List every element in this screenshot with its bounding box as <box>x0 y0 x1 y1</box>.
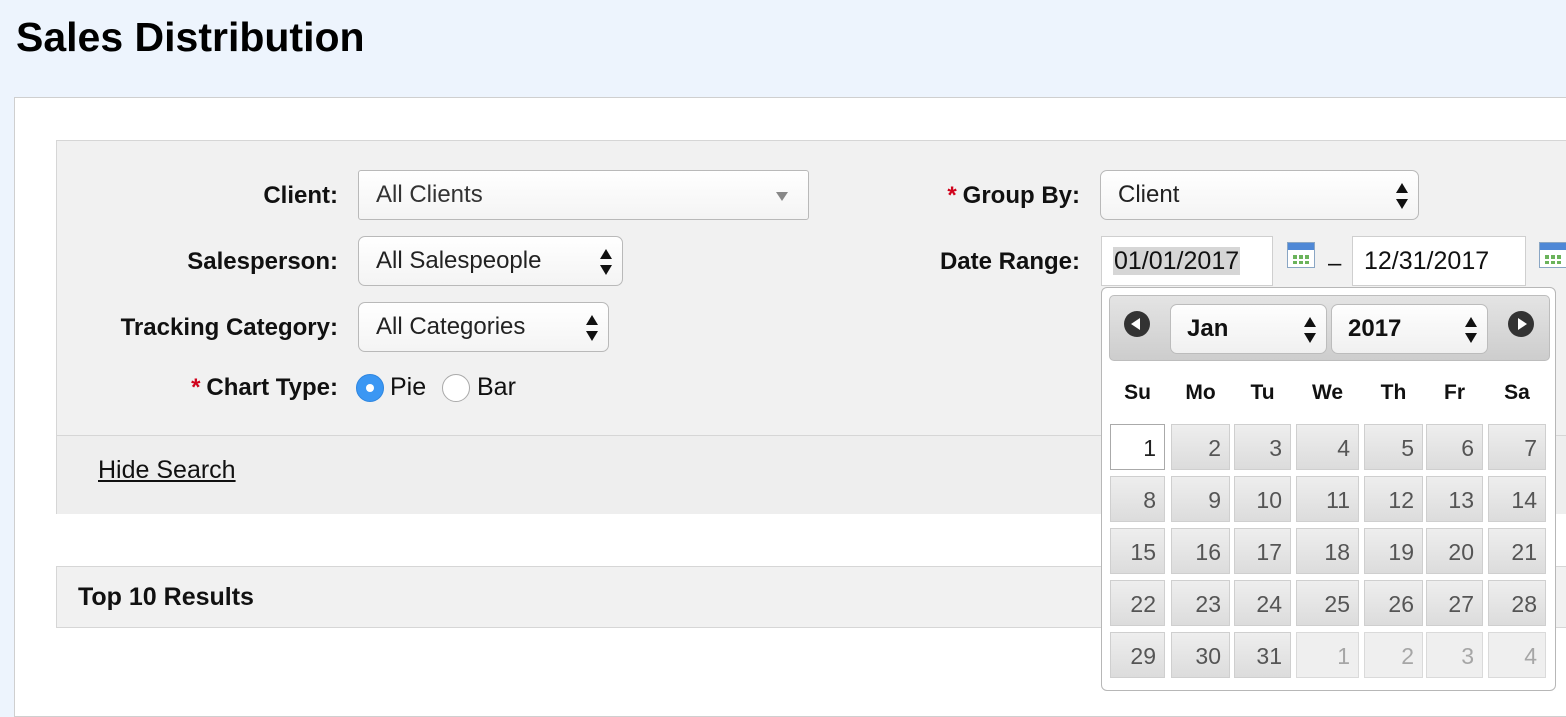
month-select-value: Jan <box>1187 315 1229 342</box>
chart-type-label-text: Chart Type: <box>206 374 338 401</box>
client-select-value: All Clients <box>376 181 483 208</box>
calendar-day[interactable]: 8 <box>1110 476 1165 522</box>
end-date-value: 12/31/2017 <box>1364 247 1490 275</box>
weekday-label: Mo <box>1185 381 1216 404</box>
updown-arrows-icon <box>586 315 598 341</box>
calendar-day[interactable]: 16 <box>1171 528 1230 574</box>
salesperson-label: Salesperson: <box>187 248 338 275</box>
weekday-label: We <box>1311 381 1344 404</box>
calendar-day[interactable]: 29 <box>1110 632 1165 678</box>
salesperson-select[interactable]: All Salespeople <box>358 236 623 286</box>
start-date-value: 01/01/2017 <box>1113 247 1241 275</box>
calendar-day-other-month: 3 <box>1426 632 1483 678</box>
hide-search-link[interactable]: Hide Search <box>98 456 236 485</box>
updown-arrows-icon <box>1465 317 1477 343</box>
chart-type-pie-radio[interactable] <box>356 374 384 402</box>
calendar-day[interactable]: 4 <box>1296 424 1359 470</box>
calendar-day[interactable]: 31 <box>1234 632 1291 678</box>
calendar-day[interactable]: 26 <box>1364 580 1423 626</box>
weekday-label: Sa <box>1504 381 1530 404</box>
calendar-day[interactable]: 25 <box>1296 580 1359 626</box>
tracking-category-label: Tracking Category: <box>120 314 338 341</box>
next-month-icon[interactable] <box>1508 311 1534 337</box>
page-title: Sales Distribution <box>16 14 365 60</box>
weekday-label: Tu <box>1250 381 1275 404</box>
weekday-label: Fr <box>1444 381 1465 404</box>
calendar-day[interactable]: 18 <box>1296 528 1359 574</box>
updown-arrows-icon <box>600 249 612 275</box>
client-select[interactable]: All Clients <box>358 170 809 220</box>
month-select[interactable]: Jan <box>1170 304 1327 354</box>
date-range-label: Date Range: <box>939 248 1080 275</box>
calendar-day[interactable]: 28 <box>1488 580 1546 626</box>
calendar-day[interactable]: 10 <box>1234 476 1291 522</box>
calendar-day-other-month: 4 <box>1488 632 1546 678</box>
calendar-day[interactable]: 7 <box>1488 424 1546 470</box>
calendar-day[interactable]: 17 <box>1234 528 1291 574</box>
group-by-label: * Group By: <box>947 182 1080 210</box>
calendar-day[interactable]: 5 <box>1364 424 1423 470</box>
calendar-day[interactable]: 24 <box>1234 580 1291 626</box>
calendar-day[interactable]: 6 <box>1426 424 1483 470</box>
calendar-day[interactable]: 19 <box>1364 528 1423 574</box>
end-date-input[interactable]: 12/31/2017 <box>1352 236 1526 286</box>
chart-type-bar-radio[interactable] <box>442 374 470 402</box>
calendar-day[interactable]: 27 <box>1426 580 1483 626</box>
weekday-label: Th <box>1380 381 1407 404</box>
calendar-day[interactable]: 11 <box>1296 476 1359 522</box>
start-date-input[interactable]: 01/01/2017 <box>1101 236 1273 286</box>
updown-arrows-icon <box>1304 317 1316 343</box>
group-by-select[interactable]: Client <box>1100 170 1419 220</box>
required-mark: * <box>947 182 957 209</box>
results-title: Top 10 Results <box>78 583 254 611</box>
calendar-day[interactable]: 30 <box>1171 632 1230 678</box>
chart-type-pie-label[interactable]: Pie <box>390 373 426 402</box>
calendar-day-other-month: 1 <box>1296 632 1359 678</box>
calendar-day[interactable]: 9 <box>1171 476 1230 522</box>
prev-month-icon[interactable] <box>1124 311 1150 337</box>
calendar-icon[interactable] <box>1539 242 1566 268</box>
updown-arrows-icon <box>1396 183 1408 209</box>
calendar-day[interactable]: 22 <box>1110 580 1165 626</box>
required-mark: * <box>191 374 201 401</box>
tracking-category-select[interactable]: All Categories <box>358 302 609 352</box>
calendar-day-other-month: 2 <box>1364 632 1423 678</box>
datepicker-popup: Jan 2017 Su Mo Tu We Th Fr Sa 1 2 3 4 5 6 7 8 9 10 11 12 1… <box>1101 287 1556 691</box>
group-by-select-value: Client <box>1118 181 1180 208</box>
calendar-day[interactable]: 21 <box>1488 528 1546 574</box>
year-select-value: 2017 <box>1348 315 1402 342</box>
group-by-label-text: Group By: <box>962 182 1080 209</box>
calendar-day[interactable]: 23 <box>1171 580 1230 626</box>
calendar-day[interactable]: 12 <box>1364 476 1423 522</box>
year-select[interactable]: 2017 <box>1331 304 1488 354</box>
chart-type-label: * Chart Type: <box>191 374 338 402</box>
calendar-day[interactable]: 15 <box>1110 528 1165 574</box>
calendar-day[interactable]: 13 <box>1426 476 1483 522</box>
date-range-separator: – <box>1328 250 1342 277</box>
calendar-icon[interactable] <box>1287 242 1315 268</box>
salesperson-select-value: All Salespeople <box>376 247 542 274</box>
chevron-down-icon <box>776 192 788 201</box>
tracking-category-select-value: All Categories <box>376 313 526 340</box>
chart-type-bar-label[interactable]: Bar <box>477 373 516 402</box>
calendar-day[interactable]: 20 <box>1426 528 1483 574</box>
datepicker-header: Jan 2017 <box>1109 295 1550 361</box>
calendar-day[interactable]: 3 <box>1234 424 1291 470</box>
calendar-day[interactable]: 1 <box>1110 424 1165 470</box>
calendar-day[interactable]: 2 <box>1171 424 1230 470</box>
client-label: Client: <box>263 182 338 209</box>
weekday-label: Su <box>1124 381 1151 404</box>
calendar-day[interactable]: 14 <box>1488 476 1546 522</box>
